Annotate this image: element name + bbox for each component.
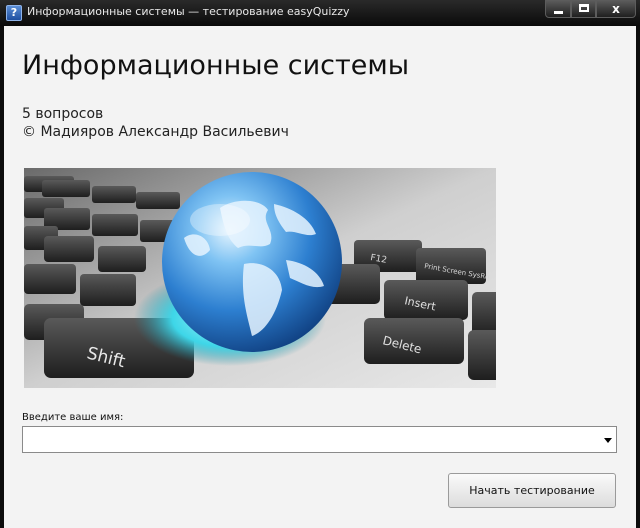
maximize-button[interactable]	[571, 0, 596, 18]
name-input[interactable]	[27, 430, 587, 449]
quiz-title: Информационные системы	[22, 50, 410, 81]
maximize-icon	[579, 4, 589, 12]
question-app-icon[interactable]: ?	[6, 5, 22, 21]
start-test-button[interactable]: Начать тестирование	[448, 473, 616, 508]
banner-image: Shift F12 Print Screen SysRq Insert Dele…	[24, 168, 496, 388]
minimize-icon	[554, 11, 563, 14]
globe-highlight	[190, 204, 250, 236]
question-count: 5 вопросов	[22, 106, 104, 122]
close-button[interactable]: x	[596, 0, 636, 18]
title-bar[interactable]: ? Информационные системы — тестирование …	[0, 0, 640, 26]
window-title: Информационные системы — тестирование ea…	[27, 5, 350, 18]
minimize-button[interactable]	[545, 0, 571, 18]
chevron-down-icon[interactable]	[604, 438, 612, 443]
author-line: © Мадияров Александр Васильевич	[22, 124, 289, 140]
name-combobox[interactable]	[22, 426, 617, 453]
close-icon: x	[612, 2, 620, 16]
name-label: Введите ваше имя:	[22, 412, 124, 423]
app-window: ? Информационные системы — тестирование …	[0, 0, 640, 528]
client-area: Информационные системы 5 вопросов © Мади…	[4, 26, 636, 528]
